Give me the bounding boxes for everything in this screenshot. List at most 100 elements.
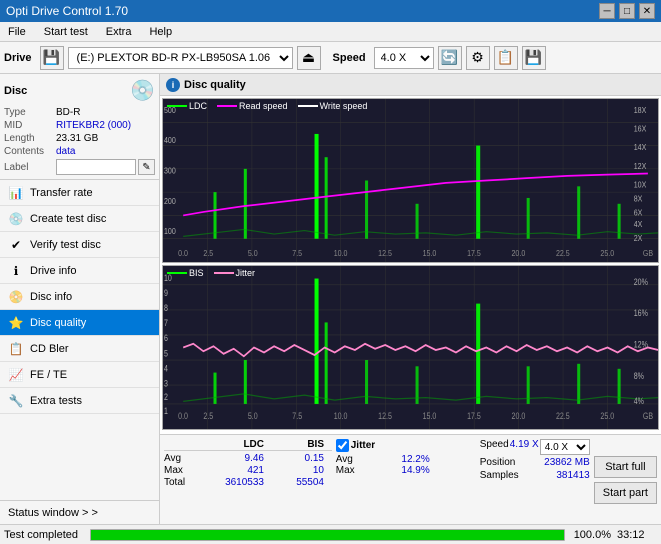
jitter-section: Jitter Avg12.2%Max14.9% [336,439,476,520]
sidebar-item-create-test-disc[interactable]: 💿Create test disc [0,206,159,232]
stats-bis-val: 55504 [264,477,324,488]
speed-select[interactable]: 1.0 X2.0 X4.0 X6.0 X8.0 X [374,47,434,69]
disc-info-panel: Disc 💿 Type BD-R MID RITEKBR2 (000) Leng… [0,74,159,180]
start-part-button[interactable]: Start part [594,482,657,504]
stats-area: LDC BIS Avg9.460.15Max42110Total36105335… [160,434,661,524]
drive-select[interactable]: (E:) PLEXTOR BD-R PX-LB950SA 1.06 [68,47,293,69]
speed-select-stats[interactable]: 1.0 X2.0 X4.0 X6.0 X8.0 X [540,439,590,455]
toolbar: Drive 💾 (E:) PLEXTOR BD-R PX-LB950SA 1.0… [0,42,661,74]
stats-ldc-val: 3610533 [204,477,264,488]
nav-icon-fe-te: 📈 [8,367,24,383]
svg-text:15.0: 15.0 [423,249,437,259]
sidebar-item-cd-bler[interactable]: 📋CD Bler [0,336,159,362]
stats-row-max: Max42110 [164,465,332,476]
menubar: File Start test Extra Help [0,22,661,42]
chart-title: Disc quality [184,79,246,91]
speed-row: Speed 4.19 X 1.0 X2.0 X4.0 X6.0 X8.0 X [480,439,590,455]
stats-row-avg: Avg9.460.15 [164,453,332,464]
buttons-area: Start full Start part [594,439,657,520]
menu-item-start-test[interactable]: Start test [40,24,92,40]
jitter-checkbox[interactable] [336,439,349,452]
sidebar: Disc 💿 Type BD-R MID RITEKBR2 (000) Leng… [0,74,160,524]
refresh-button[interactable]: 🔄 [438,46,462,70]
menu-item-help[interactable]: Help [145,24,176,40]
svg-text:22.5: 22.5 [556,411,570,421]
copy-button[interactable]: 📋 [494,46,518,70]
drive-icon-btn[interactable]: 💾 [40,46,64,70]
maximize-button[interactable]: □ [619,3,635,19]
svg-text:10.0: 10.0 [334,249,348,259]
stats-row-label: Total [164,477,204,488]
disc-contents-label: Contents [4,146,56,157]
charts-container: LDC Read speed Write speed [160,96,661,434]
eject-button[interactable]: ⏏ [297,46,321,70]
svg-text:4X: 4X [634,220,643,230]
jitter-row-val: 12.2% [380,454,430,465]
sidebar-item-transfer-rate[interactable]: 📊Transfer rate [0,180,159,206]
disc-label-label: Label [4,162,56,173]
lower-chart-svg: 0.0 2.5 5.0 7.5 10.0 12.5 15.0 17.5 20.0… [163,266,658,429]
sidebar-item-fe-te[interactable]: 📈FE / TE [0,362,159,388]
menu-item-file[interactable]: File [4,24,30,40]
svg-text:25.0: 25.0 [600,249,614,259]
speed-info-value: 4.19 X [510,439,539,455]
sidebar-item-verify-test-disc[interactable]: ✔Verify test disc [0,232,159,258]
nav-icon-disc-info: 📀 [8,289,24,305]
disc-section-title: Disc [4,85,27,97]
svg-text:2.5: 2.5 [203,411,213,421]
nav-icon-disc-quality: ⭐ [8,315,24,331]
disc-label-input[interactable] [56,159,136,175]
svg-text:4: 4 [164,364,168,374]
start-full-button[interactable]: Start full [594,456,657,478]
app-title: Opti Drive Control 1.70 [6,4,128,18]
svg-text:2X: 2X [634,234,643,244]
disc-length-label: Length [4,133,56,144]
disc-type-label: Type [4,107,56,118]
minimize-button[interactable]: ─ [599,3,615,19]
svg-text:20%: 20% [634,277,648,287]
sidebar-item-drive-info[interactable]: ℹDrive info [0,258,159,284]
upper-chart-svg: 0.0 2.5 5.0 7.5 10.0 12.5 15.0 17.5 20.0… [163,99,658,262]
disc-label-edit-button[interactable]: ✎ [138,159,155,175]
svg-text:14X: 14X [634,143,647,153]
svg-text:7.5: 7.5 [292,249,302,259]
status-window-button[interactable]: Status window > > [0,500,159,524]
speed-info-label: Speed [480,439,509,455]
progress-bar-area: Test completed 100.0% 33:12 [0,524,661,544]
disc-header: Disc 💿 [4,78,155,103]
progress-track [90,529,565,541]
svg-text:6X: 6X [634,208,643,218]
disc-image-icon: 💿 [130,78,155,103]
samples-row: Samples 381413 [480,470,590,481]
svg-text:4%: 4% [634,396,644,406]
save-button[interactable]: 💾 [522,46,546,70]
speed-label: Speed [333,52,366,64]
sidebar-item-extra-tests[interactable]: 🔧Extra tests [0,388,159,414]
stats-row-label: Max [164,465,204,476]
sidebar-item-disc-quality[interactable]: ⭐Disc quality [0,310,159,336]
svg-text:GB: GB [643,249,653,259]
sidebar-item-disc-info[interactable]: 📀Disc info [0,284,159,310]
stats-header-row: LDC BIS [164,439,332,451]
disc-type-value: BD-R [56,107,155,118]
nav-label-verify-test-disc: Verify test disc [30,239,101,251]
svg-text:9: 9 [164,288,168,298]
settings-button[interactable]: ⚙ [466,46,490,70]
progress-fill [91,530,564,540]
disc-type-row: Type BD-R [4,107,155,118]
stats-bis-val: 10 [264,465,324,476]
nav-label-drive-info: Drive info [30,265,76,277]
menu-item-extra[interactable]: Extra [102,24,136,40]
upper-chart: LDC Read speed Write speed [162,98,659,263]
nav-icon-create-test-disc: 💿 [8,211,24,227]
chart-header: i Disc quality [160,74,661,96]
svg-text:6: 6 [164,334,168,344]
jitter-row-avg: Avg12.2% [336,454,476,465]
svg-text:12.5: 12.5 [378,411,392,421]
svg-text:GB: GB [643,411,653,421]
stats-table: LDC BIS Avg9.460.15Max42110Total36105335… [164,439,332,520]
close-button[interactable]: ✕ [639,3,655,19]
nav-icon-extra-tests: 🔧 [8,393,24,409]
stats-bis-val: 0.15 [264,453,324,464]
svg-text:16%: 16% [634,308,648,318]
